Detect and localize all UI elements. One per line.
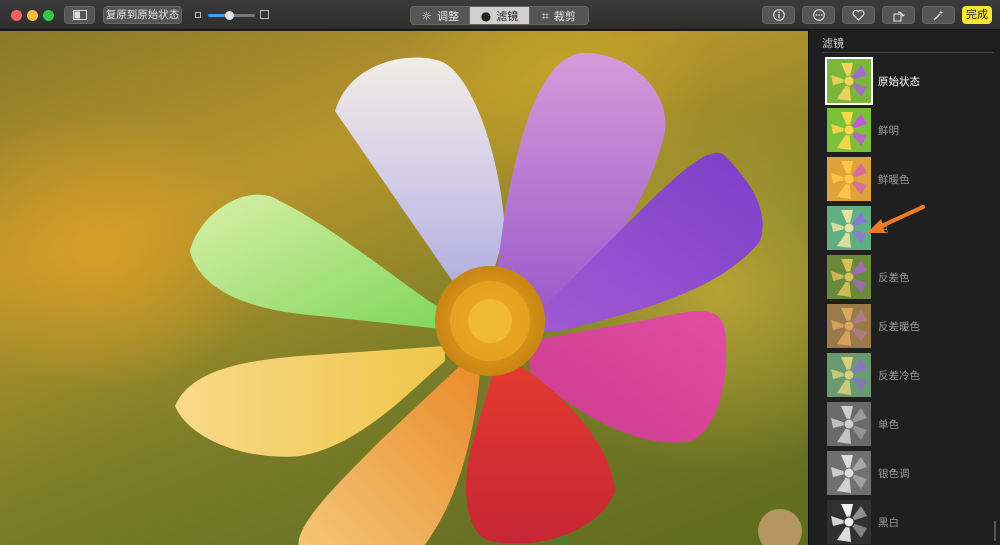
filter-item[interactable]: 鲜明 <box>827 108 997 154</box>
filter-label: 单色 <box>878 419 899 431</box>
sidebar-scrollbar[interactable] <box>994 521 996 541</box>
filter-thumbnail <box>827 157 871 201</box>
photo-canvas[interactable] <box>0 31 808 545</box>
tab-crop-label: 裁剪 <box>553 9 576 23</box>
filter-item[interactable]: 银色调 <box>827 451 997 497</box>
filter-item[interactable]: 单色 <box>827 402 997 448</box>
filter-thumbnail <box>825 57 873 105</box>
filter-thumbnail <box>827 402 871 446</box>
edit-mode-segmented-control: ☼ 调整 ● 滤镜 ⌗ 裁剪 <box>410 6 589 25</box>
filters-panel-title: 滤镜 <box>822 37 844 50</box>
filter-item[interactable]: 黑白 <box>827 500 997 545</box>
split-view-icon <box>72 10 87 20</box>
filter-item[interactable]: 反差冷色 <box>827 353 997 399</box>
tab-crop[interactable]: ⌗ 裁剪 <box>530 7 588 24</box>
toolbar: 复原到原始状态 ☼ 调整 ● 滤镜 ⌗ 裁剪 完成 <box>0 0 1000 30</box>
rotate-button[interactable] <box>882 6 915 24</box>
close-button[interactable] <box>11 10 22 21</box>
adjust-icon: ☼ <box>421 8 433 23</box>
filter-thumbnail <box>827 500 871 544</box>
filter-item[interactable]: 反差色 <box>827 255 997 301</box>
zoom-in-icon <box>260 10 269 19</box>
zoom-slider-knob[interactable] <box>225 11 235 20</box>
filter-thumbnail <box>827 353 871 397</box>
filter-thumbnail <box>827 255 871 299</box>
zoom-out-icon <box>195 12 201 18</box>
filter-item[interactable]: 鲜暖色 <box>827 157 997 203</box>
filter-icon: ● <box>480 8 492 23</box>
filter-item[interactable]: 原始状态 <box>825 57 997 105</box>
filter-label: 银色调 <box>878 468 910 480</box>
filters-sidebar: 滤镜 原始状态鲜明鲜暖色色反差色反差暖色反差冷色单色银色调黑白 <box>808 31 1000 545</box>
more-button[interactable] <box>802 6 835 24</box>
tab-filters[interactable]: ● 滤镜 <box>470 7 530 24</box>
filter-label: 鲜明 <box>878 125 899 137</box>
filter-label: 黑白 <box>878 517 899 529</box>
zoom-button[interactable] <box>43 10 54 21</box>
filter-label: 反差暖色 <box>878 321 920 333</box>
info-icon <box>772 9 785 21</box>
title-divider <box>822 52 994 53</box>
favorite-button[interactable] <box>842 6 875 24</box>
info-button[interactable] <box>762 6 795 24</box>
filter-label: 反差冷色 <box>878 370 920 382</box>
auto-enhance-button[interactable] <box>922 6 955 24</box>
tab-filters-label: 滤镜 <box>496 9 519 23</box>
heart-icon <box>852 9 865 21</box>
rotate-icon <box>893 10 905 21</box>
minimize-button[interactable] <box>27 10 38 21</box>
crop-icon: ⌗ <box>541 8 549 23</box>
filter-label: 原始状态 <box>878 76 920 88</box>
filter-item[interactable]: 反差暖色 <box>827 304 997 350</box>
flower-image <box>175 52 802 545</box>
magic-wand-icon <box>933 9 944 20</box>
filter-thumbnail <box>827 304 871 348</box>
tab-adjust-label: 调整 <box>437 9 460 23</box>
revert-to-original-button[interactable]: 复原到原始状态 <box>103 6 182 24</box>
tab-adjust[interactable]: ☼ 调整 <box>411 7 471 24</box>
filter-thumbnail <box>827 108 871 152</box>
annotation-arrow-icon <box>867 205 925 233</box>
filter-label: 鲜暖色 <box>878 174 910 186</box>
filter-label: 反差色 <box>878 272 910 284</box>
split-view-button[interactable] <box>64 6 95 24</box>
filter-thumbnail <box>827 451 871 495</box>
done-button[interactable]: 完成 <box>962 6 992 24</box>
more-icon <box>812 9 825 21</box>
